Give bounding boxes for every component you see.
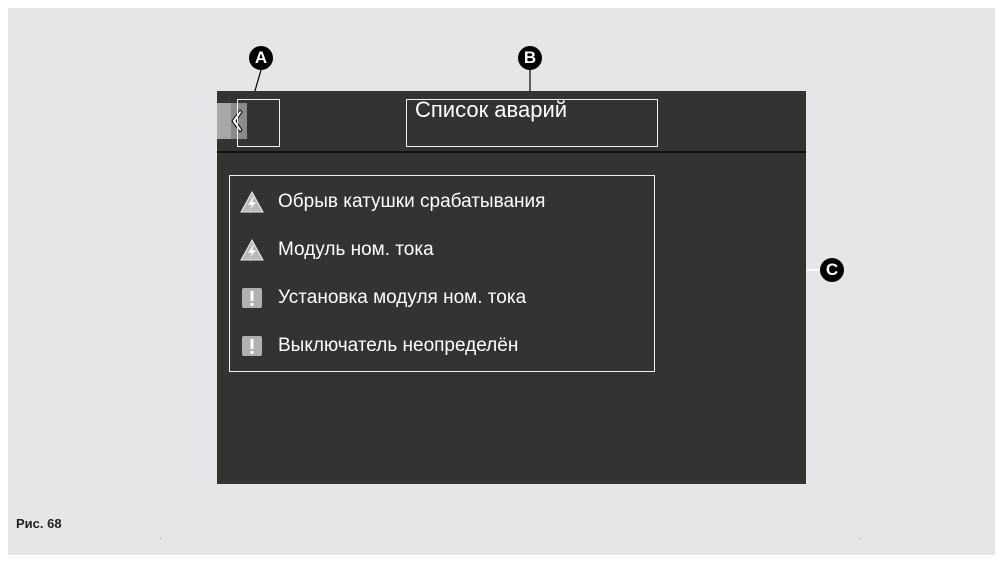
alarm-list: Обрыв катушки срабатывания Модуль ном. т… bbox=[229, 175, 655, 372]
device-screen: Список аварий Обрыв катушки срабатывания… bbox=[217, 91, 806, 484]
alarm-label: Модуль ном. тока bbox=[278, 239, 434, 260]
alarm-item-4[interactable]: Выключатель неопределён bbox=[230, 332, 650, 362]
alarm-item-2[interactable]: Модуль ном. тока bbox=[230, 236, 650, 266]
callout-marker-b: B bbox=[518, 46, 542, 70]
exclamation-icon bbox=[242, 288, 262, 308]
scan-dot bbox=[160, 538, 161, 539]
screen-title: Список аварий bbox=[415, 97, 568, 122]
figure-caption: Рис. 68 bbox=[16, 516, 62, 531]
header-divider bbox=[217, 151, 806, 153]
figure-panel: A B Список аварий Обрыв катушки срабатыв… bbox=[8, 8, 995, 555]
callout-marker-a: A bbox=[249, 46, 273, 70]
scan-dot bbox=[859, 538, 860, 539]
alarm-label: Выключатель неопределён bbox=[278, 335, 519, 356]
alarm-label: Обрыв катушки срабатывания bbox=[278, 191, 546, 212]
alarm-label: Установка модуля ном. тока bbox=[278, 287, 527, 308]
callout-frame-a bbox=[237, 99, 280, 147]
alarm-item-1[interactable]: Обрыв катушки срабатывания bbox=[230, 188, 650, 218]
exclamation-icon bbox=[242, 336, 262, 356]
alarm-item-3[interactable]: Установка модуля ном. тока bbox=[230, 284, 650, 314]
lightning-warning-icon bbox=[240, 190, 264, 213]
lightning-warning-icon bbox=[240, 238, 264, 261]
callout-marker-c: C bbox=[820, 258, 844, 282]
